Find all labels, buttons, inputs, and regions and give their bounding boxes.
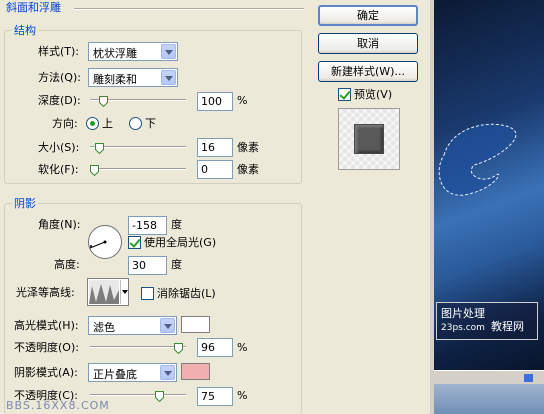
global-light-checkbox[interactable] (128, 236, 141, 249)
style-label: 样式(T): (38, 45, 80, 58)
direction-up-radio[interactable] (86, 117, 99, 130)
angle-input[interactable]: -158 (128, 216, 167, 235)
chevron-down-icon (161, 44, 176, 59)
chevron-down-icon (160, 365, 175, 380)
bevel-emboss-title: 斜面和浮雕 (6, 1, 61, 14)
status-indicator (524, 374, 533, 382)
altitude-label: 高度: (54, 258, 80, 271)
shadow-mode-value: 正片叠底 (93, 368, 137, 381)
shadow-mode-select[interactable]: 正片叠底 (88, 363, 177, 382)
canvas-status-strip (434, 370, 544, 384)
shadow-color-swatch[interactable] (181, 363, 210, 380)
shadow-mode-label: 阴影模式(A): (14, 366, 78, 379)
soften-slider[interactable] (90, 168, 186, 170)
highlight-opacity-slider[interactable] (90, 346, 186, 348)
style-preview-thumbnail (338, 108, 400, 170)
highlight-opacity-unit: % (237, 341, 248, 354)
size-slider[interactable] (90, 146, 186, 148)
size-input[interactable]: 16 (197, 138, 233, 157)
technique-select-value: 雕刻柔和 (93, 73, 137, 86)
highlight-mode-label: 高光模式(H): (14, 319, 79, 332)
direction-down-radio[interactable] (129, 117, 142, 130)
direction-label: 方向: (52, 117, 78, 130)
direction-down-label: 下 (145, 117, 156, 130)
technique-label: 方法(Q): (38, 71, 81, 84)
highlight-opacity-label: 不透明度(O): (14, 341, 79, 354)
preview-swatch (354, 124, 384, 154)
soften-input[interactable]: 0 (197, 160, 233, 179)
style-select[interactable]: 枕状浮雕 (88, 42, 178, 61)
antialias-checkbox[interactable] (141, 287, 154, 300)
footer-watermark: BBS.16XX8.COM (6, 399, 110, 412)
highlight-color-swatch[interactable] (181, 316, 210, 333)
watermark-line3: 教程网 (491, 320, 524, 333)
gloss-contour-picker[interactable] (87, 278, 129, 306)
angle-unit: 度 (171, 218, 182, 231)
size-slider-thumb[interactable] (95, 143, 105, 154)
canvas-bottom (434, 384, 544, 414)
technique-select[interactable]: 雕刻柔和 (88, 68, 178, 87)
global-light-label: 使用全局光(G) (144, 236, 217, 249)
preview-checkbox[interactable] (338, 88, 351, 101)
shadow-opacity-slider-thumb[interactable] (155, 391, 165, 402)
altitude-input[interactable]: 30 (128, 256, 167, 275)
soften-label: 软化(F): (38, 163, 79, 176)
chevron-down-icon (160, 318, 175, 333)
direction-up-label: 上 (102, 117, 113, 130)
title-separator (74, 8, 304, 10)
contour-dropdown-arrow[interactable] (120, 280, 128, 304)
shading-title: 阴影 (12, 195, 38, 211)
depth-label: 深度(D): (38, 94, 81, 107)
highlight-mode-value: 滤色 (93, 321, 115, 334)
highlight-mode-select[interactable]: 滤色 (88, 316, 177, 335)
ok-button[interactable]: 确定 (318, 5, 418, 26)
shadow-opacity-slider[interactable] (90, 394, 186, 396)
depth-unit: % (237, 94, 248, 107)
cancel-button[interactable]: 取消 (318, 33, 418, 54)
highlight-opacity-input[interactable]: 96 (197, 338, 233, 357)
chevron-down-icon (161, 70, 176, 85)
depth-slider-thumb[interactable] (98, 96, 108, 107)
highlight-opacity-slider-thumb[interactable] (173, 343, 183, 354)
style-select-value: 枕状浮雕 (93, 47, 137, 60)
watermark-line1: 图片处理 (441, 307, 485, 320)
document-canvas[interactable]: 图片处理 23ps.com 教程网 (430, 0, 544, 414)
size-unit: 像素 (237, 141, 259, 154)
angle-dial[interactable] (87, 224, 123, 260)
soften-unit: 像素 (237, 163, 259, 176)
depth-input[interactable]: 100 (197, 92, 233, 111)
size-label: 大小(S): (38, 141, 80, 154)
contour-preview-icon (89, 280, 119, 304)
watermark-line2: 23ps.com (441, 323, 485, 333)
new-style-button[interactable]: 新建样式(W)... (318, 61, 418, 82)
preview-label: 预览(V) (354, 88, 393, 101)
structure-title: 结构 (12, 22, 38, 38)
bevel-s-letter (438, 123, 517, 196)
soften-slider-thumb[interactable] (90, 165, 99, 176)
gloss-contour-label: 光泽等高线: (16, 286, 75, 299)
shadow-opacity-unit: % (237, 389, 248, 402)
canvas-watermark: 图片处理 23ps.com 教程网 (436, 302, 538, 340)
antialias-label: 消除锯齿(L) (157, 287, 216, 300)
angle-label: 角度(N): (38, 218, 81, 231)
shadow-opacity-input[interactable]: 75 (197, 387, 233, 406)
altitude-unit: 度 (171, 258, 182, 271)
